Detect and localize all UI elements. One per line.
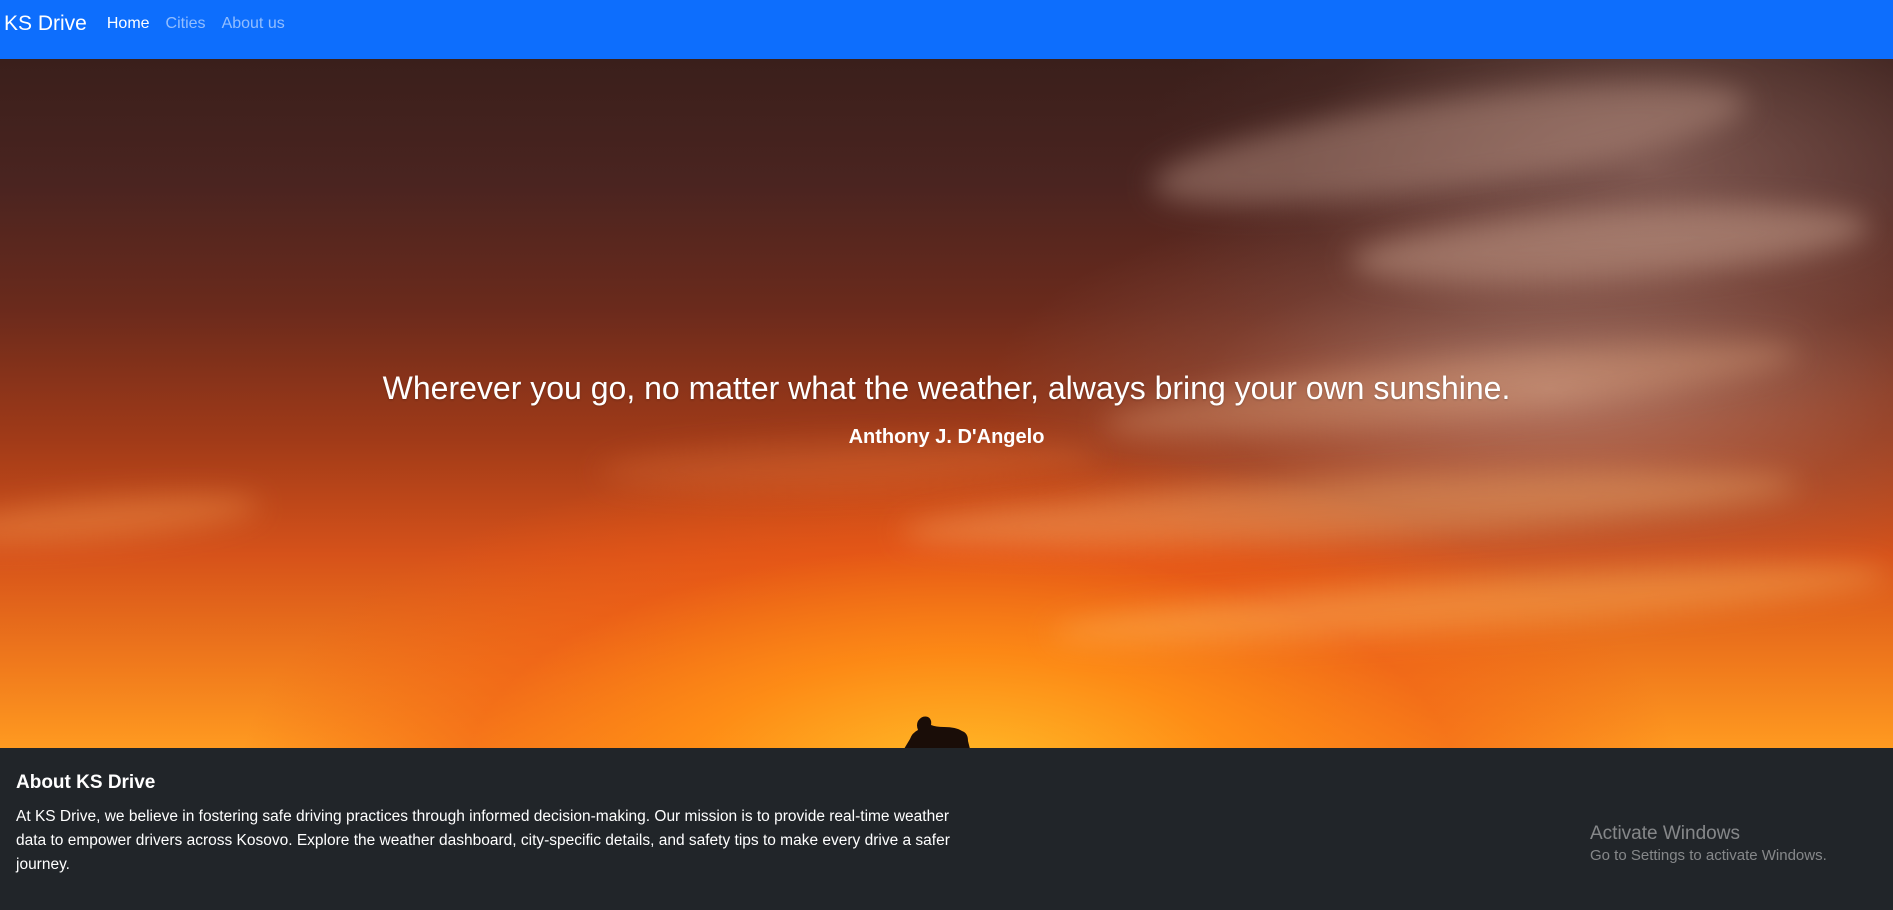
about-title: About KS Drive xyxy=(16,772,156,793)
cloud-decoration xyxy=(1049,549,1891,659)
cloud-decoration xyxy=(0,485,262,553)
brand-logo[interactable]: KS Drive xyxy=(4,12,87,36)
nav-link-about-us[interactable]: About us xyxy=(222,15,285,33)
watermark-subtitle: Go to Settings to activate Windows. xyxy=(1590,847,1827,864)
hero-quote: Wherever you go, no matter what the weat… xyxy=(382,370,1511,406)
watermark-title: Activate Windows xyxy=(1590,823,1740,844)
cloud-decoration xyxy=(1348,190,1872,298)
about-text: At KS Drive, we believe in fostering saf… xyxy=(16,808,950,873)
cloud-decoration xyxy=(1146,59,1754,231)
hero-banner: Wherever you go, no matter what the weat… xyxy=(0,59,1893,748)
activate-windows-watermark: Activate Windows Go to Settings to activ… xyxy=(1590,822,1827,866)
nav-link-home[interactable]: Home xyxy=(107,15,150,33)
hero-quote-author: Anthony J. D'Angelo xyxy=(848,426,1045,448)
nav-links: Home Cities About us xyxy=(107,12,301,33)
person-silhouette xyxy=(904,716,970,748)
nav-link-cities[interactable]: Cities xyxy=(166,15,206,33)
navbar: KS Drive Home Cities About us xyxy=(0,0,1893,59)
